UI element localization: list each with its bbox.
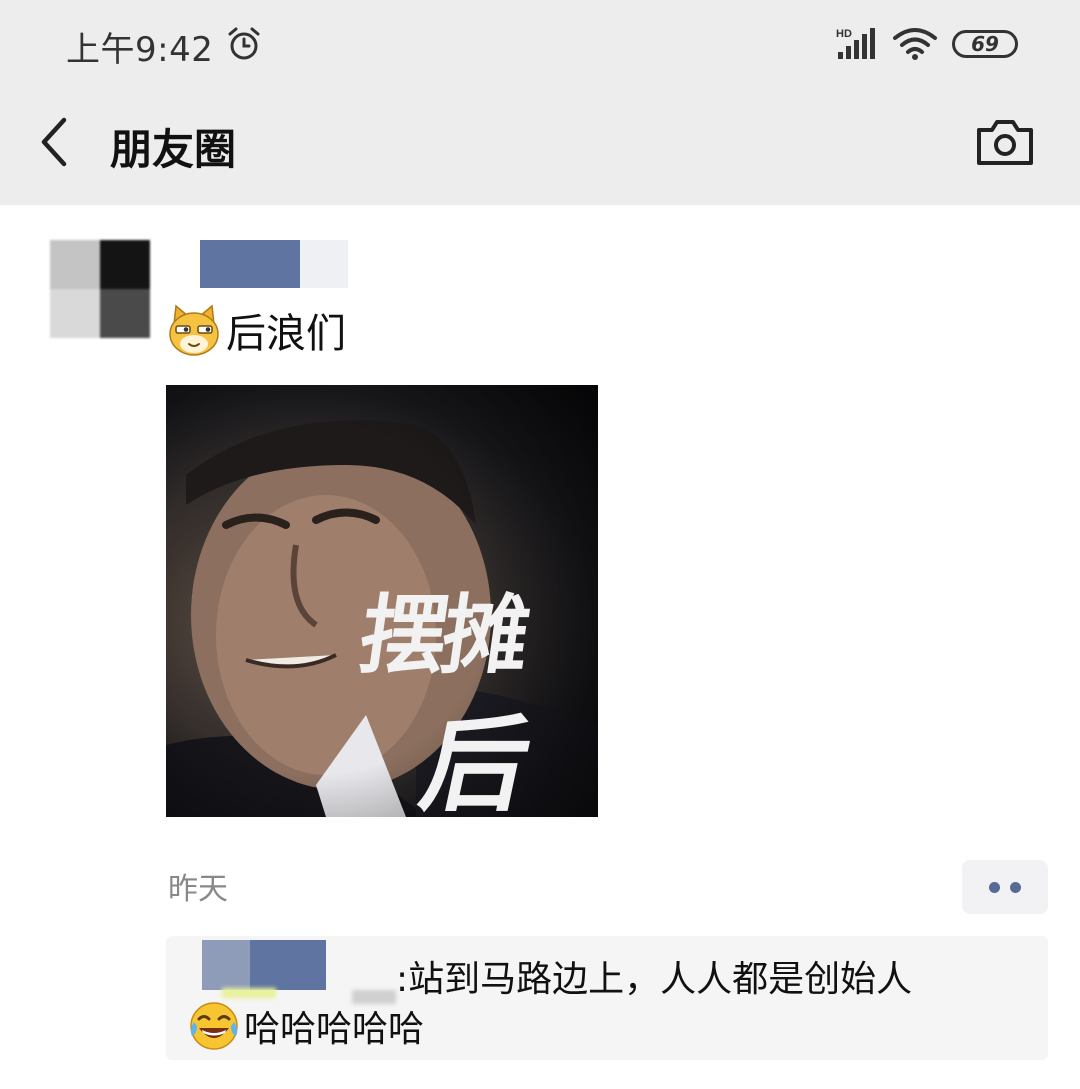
- signal-icon: HD: [836, 28, 875, 59]
- image-overlay-text-1: 摆摊: [353, 585, 532, 686]
- back-arrow-icon[interactable]: [36, 116, 76, 168]
- dot-icon: [989, 881, 1000, 893]
- camera-icon[interactable]: [976, 118, 1034, 166]
- network-label: HD: [836, 28, 852, 40]
- tears-of-joy-emoji-icon: [190, 1002, 238, 1050]
- comment-text: :站到马路边上，人人都是创始人: [396, 959, 913, 1000]
- alarm-icon: [228, 27, 260, 60]
- comment-text-line2: 哈哈哈哈哈: [188, 1000, 424, 1052]
- post-time: 昨天: [168, 872, 228, 907]
- post-text: 后浪们: [226, 311, 346, 357]
- post-image[interactable]: 摆摊 后: [166, 385, 598, 817]
- commenter-name-redacted[interactable]: [192, 938, 396, 1004]
- comment-text-continued: 哈哈哈哈哈: [244, 1009, 425, 1050]
- dot-icon: [1010, 881, 1021, 893]
- status-bar: 上午9:42 HD 69: [0, 0, 1080, 90]
- status-time: 上午9:42: [66, 30, 214, 70]
- cat-face-emoji-icon: [169, 304, 219, 356]
- comment-box: :站到马路边上，人人都是创始人 哈哈哈哈哈: [166, 936, 1048, 1060]
- battery-level: 69: [971, 32, 999, 56]
- page-title: 朋友圈: [110, 125, 237, 174]
- avatar[interactable]: [50, 240, 150, 338]
- post-content: 后浪们: [166, 300, 346, 360]
- battery-icon: 69: [952, 30, 1018, 58]
- wifi-icon: [893, 28, 937, 60]
- title-bar: 朋友圈: [0, 90, 1080, 205]
- username-redacted[interactable]: [166, 240, 352, 288]
- more-actions-button[interactable]: [962, 860, 1048, 914]
